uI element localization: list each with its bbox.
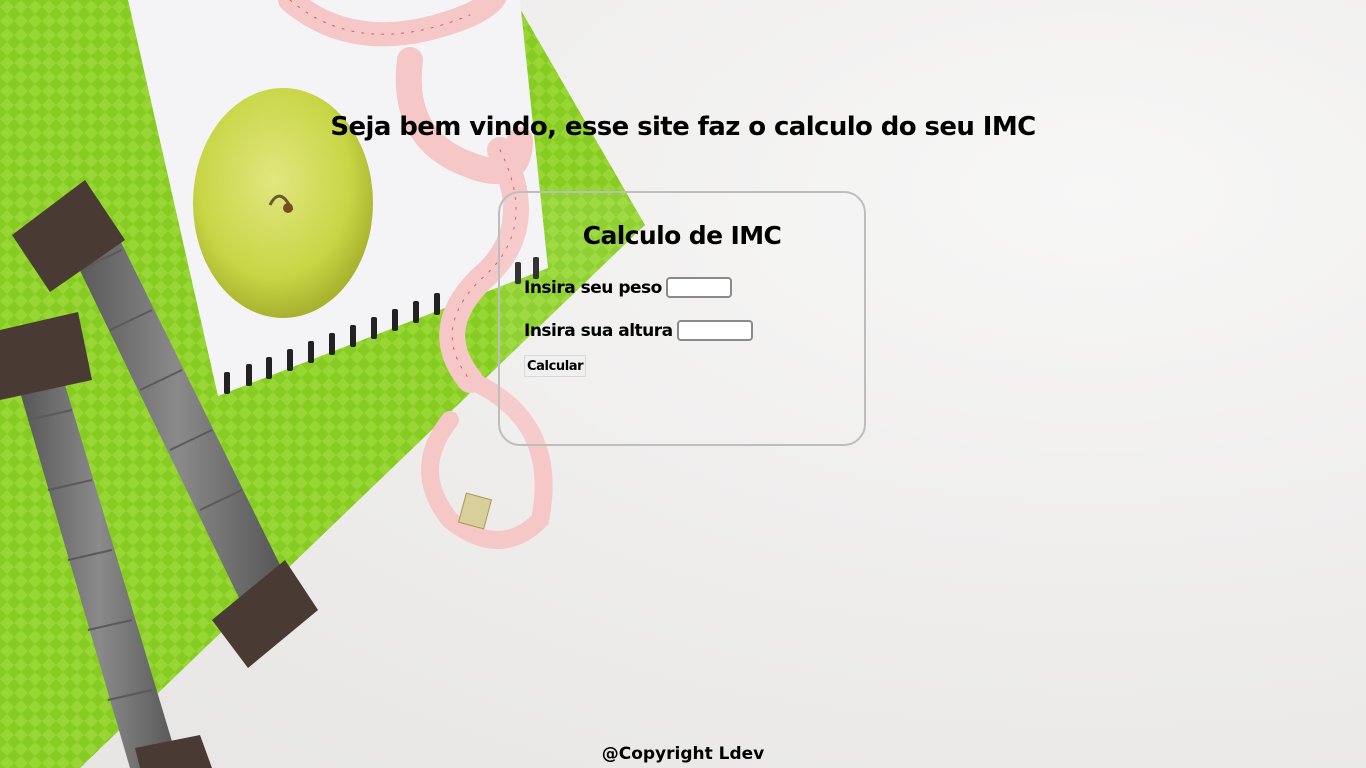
calculate-button[interactable]: Calcular [524,355,587,377]
form-title: Calculo de IMC [582,221,782,250]
weight-label: Insira seu peso [524,277,662,298]
weight-input[interactable] [665,277,732,298]
height-input[interactable] [676,320,753,341]
height-field-group: Insira sua altura [524,320,753,341]
page-title: Seja bem vindo, esse site faz o calculo … [330,112,1036,142]
weight-field-group: Insira seu peso [524,277,732,298]
footer-copyright: @Copyright Ldev [601,744,765,764]
height-label: Insira sua altura [524,320,673,341]
imc-form-card: Calculo de IMC Insira seu peso Insira su… [498,191,866,446]
